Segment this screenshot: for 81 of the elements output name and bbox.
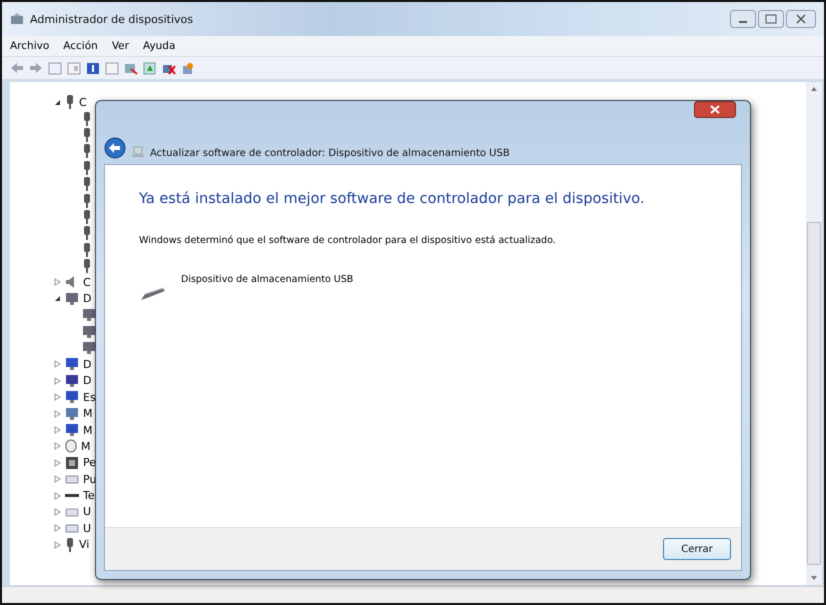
dialog-heading: Ya está instalado el mejor software de controlador para el dispositivo.: [139, 191, 646, 207]
window-icon[interactable]: [105, 62, 119, 74]
menu-item[interactable]: Archivo: [10, 40, 50, 52]
back-arrow-icon[interactable]: [10, 62, 24, 74]
panel-icon[interactable]: [67, 62, 81, 74]
dialog-title: Actualizar software de controlador: Dispositivo de almacenamiento USB: [150, 148, 510, 159]
status-message: Windows determinó que el software de controlador para el dispositivo está actualizado.: [139, 235, 557, 246]
monitor-icon: [65, 357, 79, 372]
plug-icon: [82, 177, 92, 192]
plug-icon: [82, 194, 92, 208]
expand-arrow-icon[interactable]: [54, 508, 61, 516]
chip-icon: [65, 456, 79, 470]
tree-item[interactable]: Pe: [83, 456, 96, 470]
expand-arrow-icon[interactable]: [54, 278, 61, 286]
tree-item[interactable]: M: [83, 407, 92, 420]
tree-item[interactable]: D: [83, 292, 92, 306]
plug-icon: [82, 128, 92, 142]
expand-arrow-icon[interactable]: [54, 376, 61, 385]
expand-arrow-icon[interactable]: [54, 393, 61, 402]
scan-icon[interactable]: [124, 62, 138, 74]
expand-arrow-icon[interactable]: [54, 426, 61, 434]
properties-icon[interactable]: [48, 62, 62, 74]
forward-arrow-icon[interactable]: [29, 62, 43, 74]
close-button[interactable]: [694, 101, 736, 118]
expand-arrow-icon[interactable]: [54, 492, 61, 500]
enable-device-icon[interactable]: [181, 62, 195, 74]
menu-item[interactable]: Ayuda: [142, 40, 176, 52]
mouse-icon: [65, 439, 77, 454]
tree-item[interactable]: D: [83, 358, 92, 371]
back-button[interactable]: [104, 137, 126, 159]
close-button[interactable]: [786, 10, 816, 28]
expand-arrow-icon[interactable]: [54, 524, 61, 532]
update-driver-icon[interactable]: [143, 62, 157, 74]
expand-arrow-icon[interactable]: [54, 458, 61, 467]
plug-icon: [82, 144, 92, 158]
plug-icon: [82, 112, 92, 126]
plug-icon: [82, 160, 92, 175]
monitor-icon: [65, 292, 79, 306]
expand-arrow-icon[interactable]: [54, 360, 61, 368]
tree-item[interactable]: U: [83, 522, 92, 535]
monitor-icon: [65, 374, 79, 388]
expand-arrow-icon[interactable]: [54, 540, 61, 549]
tree-item[interactable]: C: [83, 276, 91, 289]
plug-icon: [82, 259, 92, 274]
collapse-arrow-icon[interactable]: [54, 98, 61, 106]
tree-item[interactable]: Vi: [79, 538, 90, 552]
tree-item[interactable]: M: [81, 440, 90, 453]
plug-icon: [65, 538, 75, 552]
maximize-button[interactable]: [758, 10, 784, 28]
monitor-icon: [65, 390, 79, 404]
close-dialog-button[interactable]: Cerrar: [663, 538, 731, 560]
tree-item[interactable]: C: [79, 96, 87, 109]
monitor-icon: [82, 324, 96, 339]
plug-icon: [65, 95, 75, 110]
monitor-icon: [82, 308, 96, 322]
expand-arrow-icon[interactable]: [54, 475, 61, 484]
minimize-button[interactable]: [730, 10, 756, 28]
device-name: Dispositivo de almacenamiento USB: [181, 274, 354, 285]
device-icon: [130, 145, 146, 159]
plug-icon: [82, 210, 92, 224]
monitor-icon: [82, 341, 96, 356]
tree-item[interactable]: U: [83, 505, 92, 518]
monitor-icon: [65, 423, 79, 437]
help-icon[interactable]: [86, 62, 100, 74]
tree-item[interactable]: M: [83, 424, 92, 436]
expand-arrow-icon[interactable]: [54, 410, 61, 418]
keyboard-icon: [65, 494, 79, 498]
monitor-icon: [65, 406, 79, 421]
collapse-arrow-icon[interactable]: [54, 295, 61, 302]
tree-item[interactable]: Te: [83, 489, 95, 502]
menu-item[interactable]: Ver: [112, 40, 129, 52]
plug-icon: [82, 226, 92, 240]
window-title: Administrador de dispositivos: [30, 12, 194, 26]
tree-item[interactable]: D: [83, 374, 92, 388]
scrollbar-thumb[interactable]: [807, 222, 821, 565]
plug-icon: [82, 242, 92, 257]
expand-arrow-icon[interactable]: [54, 442, 61, 450]
menu-item[interactable]: Acción: [63, 40, 98, 52]
app-icon: [10, 13, 24, 25]
tree-item[interactable]: Es: [83, 390, 96, 404]
usb-connector-icon: [139, 286, 167, 302]
